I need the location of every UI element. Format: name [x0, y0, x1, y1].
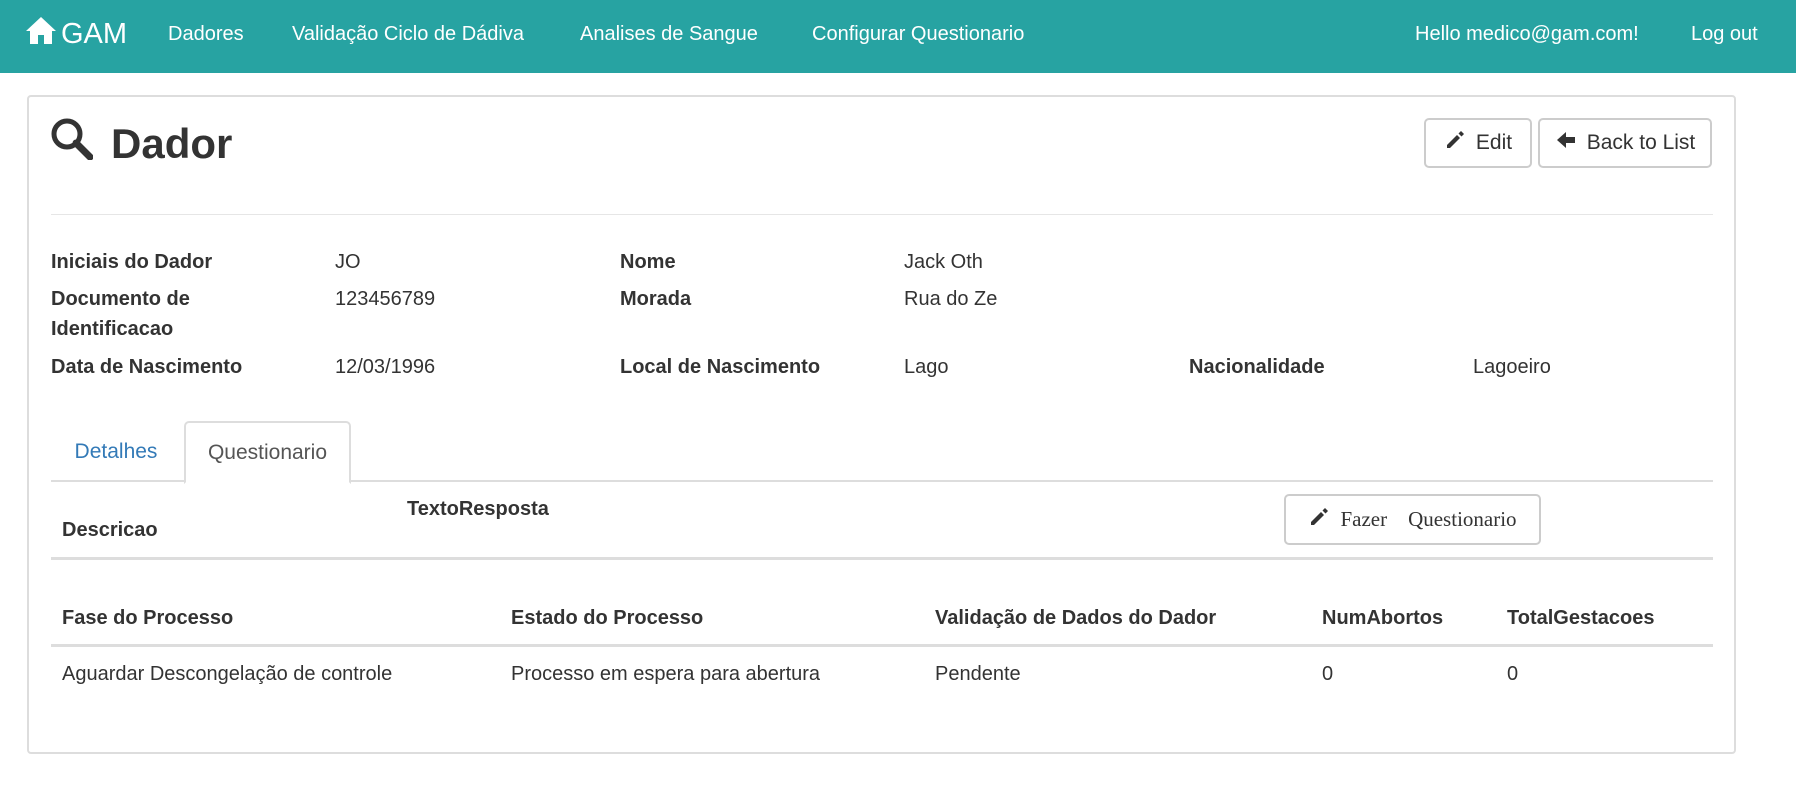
value-nome: Jack Oth	[904, 251, 983, 273]
pencil-icon	[1308, 506, 1340, 534]
value-morada: Rua do Ze	[904, 288, 998, 310]
arrow-left-icon	[1555, 129, 1587, 157]
brand-label: GAM	[61, 17, 128, 50]
page-heading: Dador	[111, 120, 233, 167]
value-iniciais: JO	[335, 251, 361, 273]
label-nome: Nome	[620, 251, 676, 273]
cell-validacao: Pendente	[935, 663, 1021, 685]
col-header-num-abortos: NumAbortos	[1322, 607, 1444, 629]
col-header-descricao: Descricao	[62, 519, 158, 541]
col-header-texto-resposta: TextoResposta	[407, 498, 549, 520]
cell-num-abortos: 0	[1322, 663, 1334, 685]
processo-header-border	[51, 644, 1713, 647]
value-nascimento: 12/03/1996	[335, 356, 436, 378]
value-documento: 123456789	[335, 288, 436, 310]
pencil-icon	[1444, 129, 1476, 157]
back-label: Back to List	[1586, 131, 1696, 154]
fazer-questionario-label: Fazer Questionario	[1340, 507, 1517, 531]
tab-questionario[interactable]: Questionario	[184, 421, 351, 484]
cell-estado: Processo em espera para abertura	[511, 663, 821, 685]
fazer-questionario-button[interactable]: Fazer Questionario	[1284, 494, 1541, 545]
col-header-validacao: Validação de Dados do Dador	[935, 607, 1217, 629]
nav-link-analises[interactable]: Analises de Sangue	[580, 0, 758, 68]
value-local: Lago	[904, 356, 949, 378]
label-morada: Morada	[620, 288, 692, 310]
page-title: Dador	[49, 115, 232, 165]
edit-button[interactable]: Edit	[1424, 118, 1532, 168]
cell-total-gestacoes: 0	[1507, 663, 1519, 685]
label-local: Local de Nascimento	[620, 356, 821, 378]
col-header-estado: Estado do Processo	[511, 607, 704, 629]
back-to-list-button[interactable]: Back to List	[1538, 118, 1712, 168]
nav-link-dadores[interactable]: Dadores	[168, 0, 244, 68]
label-nascimento: Data de Nascimento	[51, 356, 243, 378]
questionario-header-border	[51, 557, 1713, 560]
home-icon	[25, 15, 61, 53]
label-nacionalidade: Nacionalidade	[1189, 356, 1325, 378]
label-iniciais: Iniciais do Dador	[51, 251, 213, 273]
search-icon	[49, 116, 94, 165]
cell-fase: Aguardar Descongelação de controle	[62, 663, 393, 685]
col-header-total-gestacoes: TotalGestacoes	[1507, 607, 1655, 629]
value-nacionalidade: Lagoeiro	[1473, 356, 1551, 378]
nav-link-configurar[interactable]: Configurar Questionario	[812, 0, 1024, 68]
tab-detalhes[interactable]: Detalhes	[51, 421, 181, 482]
nav-link-validacao[interactable]: Validação Ciclo de Dádiva	[292, 0, 524, 68]
edit-label: Edit	[1475, 131, 1513, 154]
divider	[51, 214, 1713, 215]
brand-link[interactable]: GAM	[25, 0, 127, 68]
user-greeting-link[interactable]: Hello medico@gam.com!	[1415, 0, 1639, 68]
label-documento: Documento de Identificacao	[51, 288, 190, 340]
top-navbar: GAM Dadores Validação Ciclo de Dádiva An…	[0, 0, 1796, 73]
logout-link[interactable]: Log out	[1691, 0, 1758, 68]
col-header-fase: Fase do Processo	[62, 607, 234, 629]
